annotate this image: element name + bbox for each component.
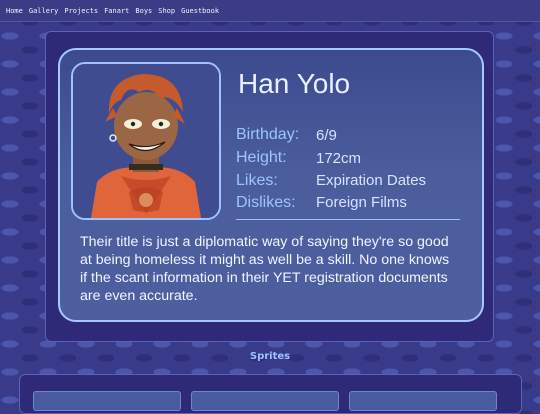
top-nav: Home Gallery Projects Fanart Boys Shop G… [0,0,540,22]
stat-label-likes: Likes: [236,172,278,189]
character-bio: Their title is just a diplomatic way of … [80,234,450,304]
sprite-thumbnail[interactable] [191,391,339,411]
character-portrait-art [73,64,219,218]
stats-divider [236,219,460,220]
stat-value-dislikes: Foreign Films [316,194,407,211]
nav-guestbook[interactable]: Guestbook [181,7,219,15]
sprites-heading: Sprites [249,351,291,362]
stat-value-likes: Expiration Dates [316,172,427,189]
sprite-thumbnail[interactable] [33,391,181,411]
character-name: Han Yolo [238,68,351,99]
nav-projects[interactable]: Projects [64,7,98,15]
nav-boys[interactable]: Boys [135,7,152,15]
nav-fanart[interactable]: Fanart [104,7,129,15]
nav-shop[interactable]: Shop [158,7,175,15]
stat-label-height: Height: [236,149,287,166]
nav-home[interactable]: Home [6,7,23,15]
stat-value-birthday: 6/9 [316,127,337,144]
sprite-thumbnail[interactable] [349,391,497,411]
nav-gallery[interactable]: Gallery [29,7,59,15]
stat-label-dislikes: Dislikes: [236,194,296,211]
character-portrait [71,62,221,220]
stat-label-birthday: Birthday: [236,126,300,143]
stat-value-height: 172cm [316,150,362,167]
